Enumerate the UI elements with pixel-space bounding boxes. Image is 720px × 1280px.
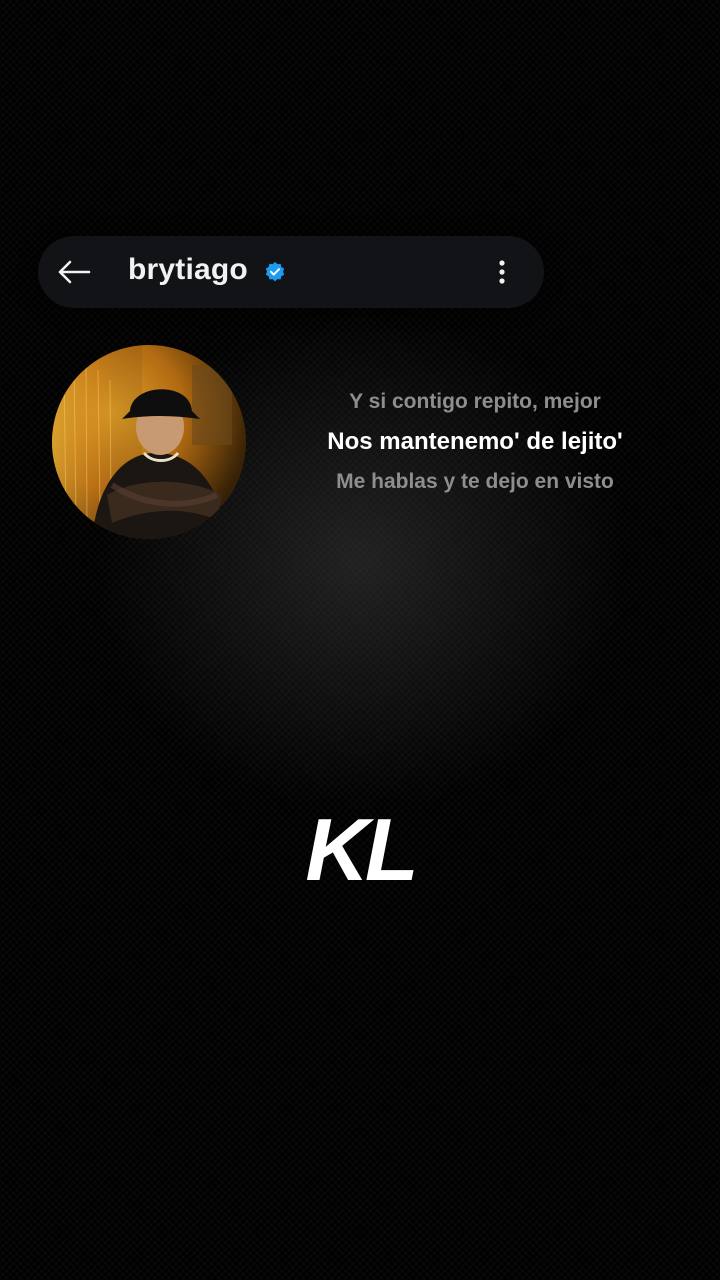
background (0, 0, 720, 1280)
profile-header: brytiago (38, 236, 544, 308)
avatar[interactable] (52, 345, 246, 539)
more-vertical-icon (499, 260, 505, 284)
lyric-previous-line: Y si contigo repito, mejor (349, 390, 601, 413)
lyric-next-line: Me hablas y te dejo en visto (336, 470, 614, 493)
verified-badge-icon (265, 261, 285, 282)
back-button[interactable] (52, 250, 96, 294)
kl-logo: KL (305, 800, 418, 899)
arrow-left-icon (58, 260, 91, 284)
username[interactable]: brytiago (128, 253, 248, 287)
avatar-photo (52, 345, 232, 539)
more-options-button[interactable] (482, 250, 522, 294)
lyric-current-line: Nos mantenemo' de lejito' (327, 428, 623, 455)
lyrics-panel: Y si contigo repito, mejor Nos mantenemo… (290, 385, 660, 499)
